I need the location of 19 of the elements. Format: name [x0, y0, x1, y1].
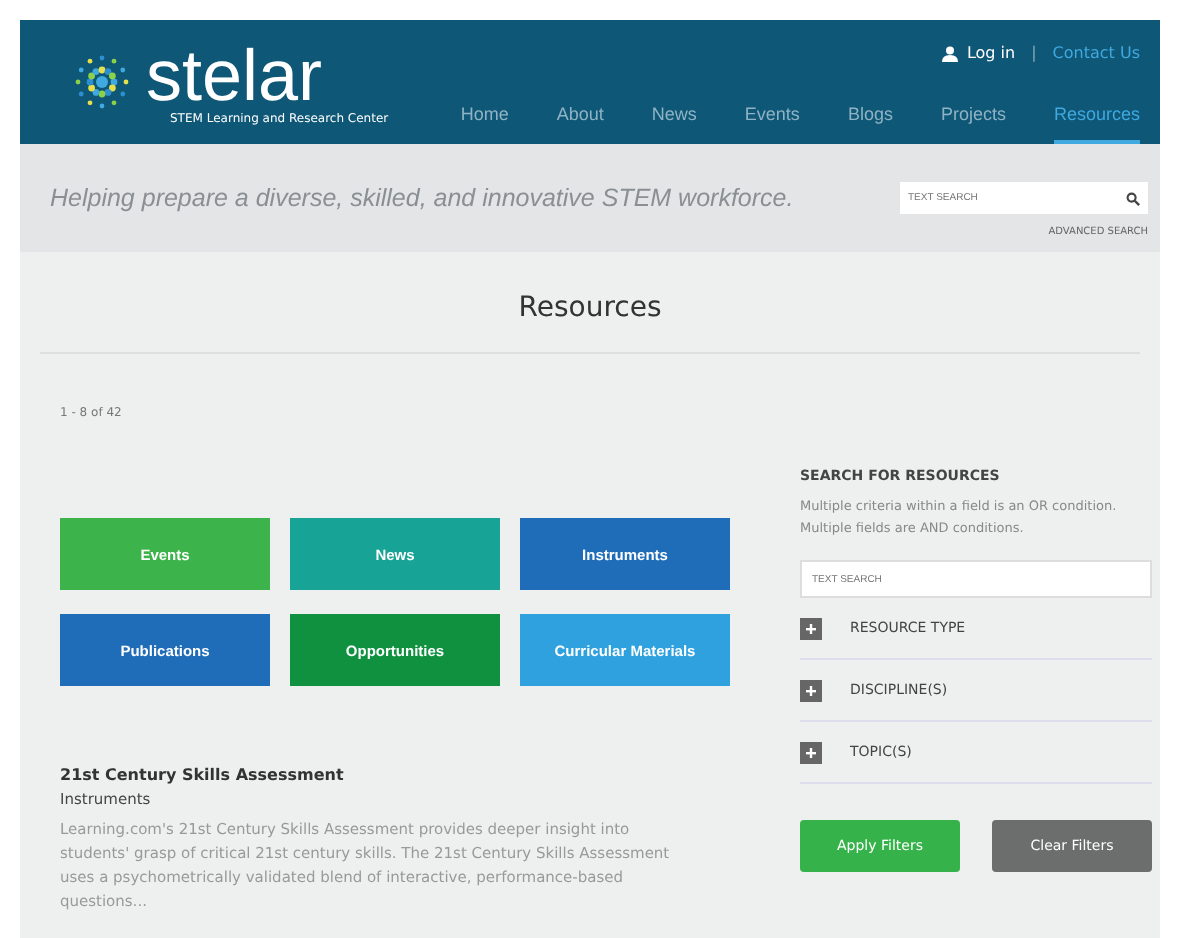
separator: | [1031, 44, 1037, 62]
search-icon [1126, 191, 1140, 205]
nav-tab[interactable]: News [651, 104, 697, 144]
plus-icon[interactable] [800, 741, 822, 763]
nav-tab[interactable]: Blogs [847, 104, 893, 144]
nav-tab[interactable]: About [556, 104, 604, 144]
contact-link[interactable]: Contact Us [1052, 44, 1140, 62]
logo-icon [70, 50, 134, 114]
user-icon [942, 45, 959, 61]
login-link[interactable]: Log in [942, 44, 1016, 62]
tagline: Helping prepare a diverse, skilled, and innovative STEM workforce. [50, 184, 796, 212]
plus-icon[interactable] [800, 617, 822, 639]
page-title: Resources [40, 252, 1140, 354]
logo-text: stelar [146, 39, 323, 111]
nav-tab[interactable]: Projects [940, 104, 1006, 144]
result-title[interactable]: 21st Century Skills Assessment [60, 766, 740, 784]
nav-tab[interactable]: Events [744, 104, 800, 144]
nav-tab[interactable]: Home [460, 104, 509, 144]
plus-icon[interactable] [800, 679, 822, 701]
